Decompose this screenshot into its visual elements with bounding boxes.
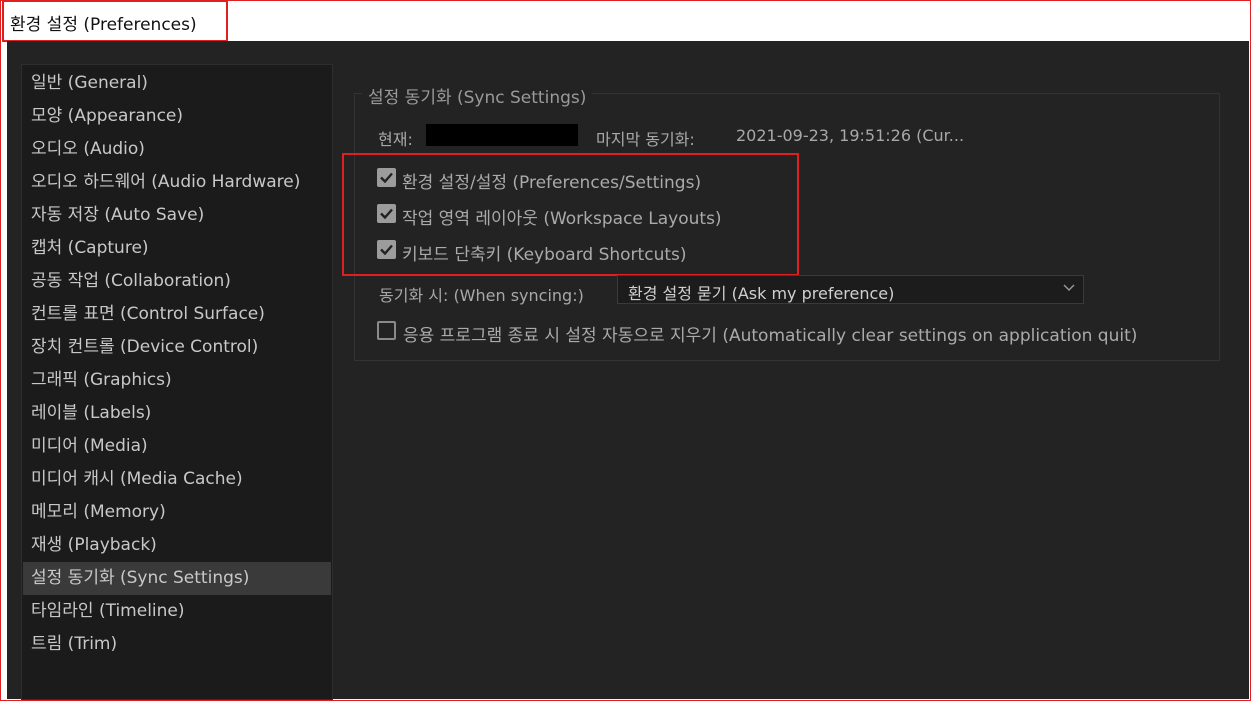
sidebar-item-labels[interactable]: 레이블 (Labels) xyxy=(23,397,331,430)
sidebar: 일반 (General) 모양 (Appearance) 오디오 (Audio)… xyxy=(21,64,333,700)
sidebar-item-appearance[interactable]: 모양 (Appearance) xyxy=(23,100,331,133)
when-syncing-select[interactable]: 환경 설정 묻기 (Ask my preference) xyxy=(617,275,1084,304)
sidebar-item-media-cache[interactable]: 미디어 캐시 (Media Cache) xyxy=(23,463,331,496)
sidebar-item-sync-settings[interactable]: 설정 동기화 (Sync Settings) xyxy=(23,562,331,595)
sidebar-item-media[interactable]: 미디어 (Media) xyxy=(23,430,331,463)
sidebar-item-audio[interactable]: 오디오 (Audio) xyxy=(23,133,331,166)
sidebar-item-collaboration[interactable]: 공동 작업 (Collaboration) xyxy=(23,265,331,298)
sidebar-item-device-control[interactable]: 장치 컨트롤 (Device Control) xyxy=(23,331,331,364)
sidebar-item-general[interactable]: 일반 (General) xyxy=(23,67,331,100)
sidebar-item-auto-save[interactable]: 자동 저장 (Auto Save) xyxy=(23,199,331,232)
current-label: 현재: xyxy=(378,130,413,149)
when-syncing-label: 동기화 시: (When syncing:) xyxy=(379,286,584,305)
when-syncing-value: 환경 설정 묻기 (Ask my preference) xyxy=(628,284,895,303)
sidebar-item-playback[interactable]: 재생 (Playback) xyxy=(23,529,331,562)
last-sync-value: 2021-09-23, 19:51:26 (Cur... xyxy=(736,126,965,145)
redacted-account xyxy=(426,124,578,146)
group-title: 설정 동기화 (Sync Settings) xyxy=(362,83,593,108)
sidebar-item-trim[interactable]: 트림 (Trim) xyxy=(23,628,331,661)
sidebar-item-capture[interactable]: 캡처 (Capture) xyxy=(23,232,331,265)
sidebar-item-control-surface[interactable]: 컨트롤 표면 (Control Surface) xyxy=(23,298,331,331)
auto-clear-checkbox[interactable] xyxy=(377,321,396,340)
sidebar-item-timeline[interactable]: 타임라인 (Timeline) xyxy=(23,595,331,628)
title-highlight-box xyxy=(2,0,228,42)
chevron-down-icon xyxy=(1063,284,1075,291)
sidebar-item-audio-hardware[interactable]: 오디오 하드웨어 (Audio Hardware) xyxy=(23,166,331,199)
last-sync-label: 마지막 동기화: xyxy=(596,130,695,149)
sidebar-item-memory[interactable]: 메모리 (Memory) xyxy=(23,496,331,529)
checkbox-highlight-box xyxy=(342,153,799,276)
sidebar-item-graphics[interactable]: 그래픽 (Graphics) xyxy=(23,364,331,397)
preferences-body: 일반 (General) 모양 (Appearance) 오디오 (Audio)… xyxy=(7,41,1249,700)
auto-clear-checkbox-label[interactable]: 응용 프로그램 종료 시 설정 자동으로 지우기 (Automatically … xyxy=(403,321,1137,346)
